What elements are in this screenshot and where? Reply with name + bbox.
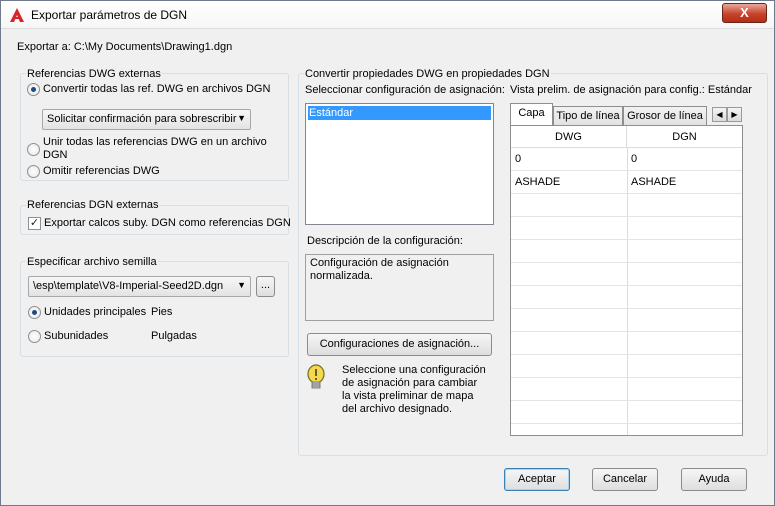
seed-file-title: Especificar archivo semilla: [26, 256, 158, 268]
empty-row: [511, 194, 742, 217]
table-row[interactable]: 0 0: [511, 148, 742, 171]
tip-line1: Seleccione una configuración: [342, 364, 486, 376]
table-row[interactable]: ASHADE ASHADE: [511, 171, 742, 194]
main-units-value: Pies: [151, 306, 173, 318]
accept-button[interactable]: Aceptar: [504, 468, 570, 491]
overwrite-prompt-combo[interactable]: Solicitar confirmación para sobrescribir…: [42, 109, 251, 130]
chevron-down-icon: ▼: [237, 280, 246, 290]
convert-dwg-refs-radio[interactable]: [27, 83, 40, 96]
tab-scroll-right-icon[interactable]: ▶: [727, 107, 742, 122]
browse-seed-button[interactable]: ...: [256, 276, 275, 297]
mapping-preview-grid[interactable]: DWG DGN 0 0 ASHADE ASHADE: [510, 125, 743, 436]
empty-row: [511, 378, 742, 401]
tab-lineweight-label: Grosor de línea: [627, 110, 703, 122]
sub-units-label[interactable]: Subunidades: [44, 330, 108, 342]
mapping-setups-button[interactable]: Configuraciones de asignación...: [307, 333, 492, 356]
browse-label: ...: [260, 279, 271, 291]
tab-scroll-left-icon[interactable]: ◀: [712, 107, 727, 122]
export-path-label: Exportar a: C:\My Documents\Drawing1.dgn: [17, 41, 233, 53]
mapping-setups-list[interactable]: Estándar: [305, 103, 494, 225]
chevron-down-icon: ▼: [237, 113, 246, 123]
list-item[interactable]: Estándar: [308, 106, 491, 120]
close-button[interactable]: X: [722, 3, 767, 23]
seed-file-combo[interactable]: \esp\template\V8-Imperial-Seed2D.dgn ▼: [28, 276, 251, 297]
omit-dwg-refs-label[interactable]: Omitir referencias DWG: [43, 165, 160, 177]
cell-dwg: 0: [515, 153, 522, 165]
merge-dwg-refs-label-line1[interactable]: Unir todas las referencias DWG en un arc…: [43, 136, 267, 148]
empty-row: [511, 309, 742, 332]
tip-line2: de asignación para cambiar: [342, 377, 478, 389]
setup-description-line2: normalizada.: [310, 270, 373, 282]
accept-button-label: Aceptar: [518, 473, 556, 485]
export-underlays-checkbox[interactable]: ✓: [28, 217, 41, 230]
cell-dgn: ASHADE: [631, 176, 677, 188]
tab-layer-label: Capa: [518, 107, 545, 119]
empty-row: [511, 332, 742, 355]
help-button-label: Ayuda: [698, 473, 730, 485]
dwg-references-title: Referencias DWG externas: [26, 68, 162, 80]
tab-layer[interactable]: Capa: [510, 103, 553, 126]
empty-row: [511, 401, 742, 424]
main-units-radio[interactable]: [28, 306, 41, 319]
mapping-section-title: Convertir propiedades DWG en propiedades…: [304, 68, 551, 80]
title-bar: Exportar parámetros de DGN X: [1, 1, 774, 29]
omit-dwg-refs-radio[interactable]: [27, 165, 40, 178]
overwrite-prompt-value: Solicitar confirmación para sobrescribir: [47, 113, 237, 125]
help-button[interactable]: Ayuda: [681, 468, 747, 491]
main-units-label[interactable]: Unidades principales: [44, 306, 146, 318]
select-setup-label: Seleccionar configuración de asignación:: [305, 84, 505, 96]
empty-row: [511, 286, 742, 309]
close-icon: X: [740, 5, 749, 20]
empty-row: [511, 355, 742, 378]
merge-dwg-refs-radio[interactable]: [27, 143, 40, 156]
tip-line3: la vista preliminar de mapa: [342, 390, 474, 402]
seed-file-value: \esp\template\V8-Imperial-Seed2D.dgn: [33, 280, 224, 292]
setup-description-label: Descripción de la configuración:: [307, 235, 463, 247]
empty-row: [511, 217, 742, 240]
tab-linetype[interactable]: Tipo de línea: [553, 106, 623, 126]
dgn-references-title: Referencias DGN externas: [26, 199, 160, 211]
setup-description-box: Configuración de asignación normalizada.: [305, 254, 494, 321]
preview-label: Vista prelim. de asignación para config.…: [510, 84, 752, 96]
sub-units-radio[interactable]: [28, 330, 41, 343]
autocad-app-icon: [10, 8, 24, 22]
cancel-button[interactable]: Cancelar: [592, 468, 658, 491]
export-dgn-dialog: Exportar parámetros de DGN X Exportar a:…: [0, 0, 775, 506]
export-underlays-label[interactable]: Exportar calcos suby. DGN como referenci…: [44, 217, 291, 229]
setup-description-line1: Configuración de asignación: [310, 257, 449, 269]
convert-dwg-refs-label[interactable]: Convertir todas las ref. DWG en archivos…: [43, 83, 270, 95]
window-title: Exportar parámetros de DGN: [31, 8, 188, 22]
merge-dwg-refs-label-line2[interactable]: DGN: [43, 149, 67, 161]
tip-line4: del archivo designado.: [342, 403, 453, 415]
cell-dgn: 0: [631, 153, 638, 165]
cancel-button-label: Cancelar: [602, 473, 648, 485]
lightbulb-icon: [307, 364, 325, 389]
mapping-setups-button-label: Configuraciones de asignación...: [319, 338, 480, 350]
tab-linetype-label: Tipo de línea: [556, 110, 620, 122]
cell-dwg: ASHADE: [515, 176, 561, 188]
column-header-dwg: DWG: [511, 126, 627, 148]
tab-lineweight[interactable]: Grosor de línea: [623, 106, 707, 126]
empty-row: [511, 240, 742, 263]
column-header-dgn: DGN: [627, 126, 742, 148]
empty-row: [511, 263, 742, 286]
sub-units-value: Pulgadas: [151, 330, 197, 342]
